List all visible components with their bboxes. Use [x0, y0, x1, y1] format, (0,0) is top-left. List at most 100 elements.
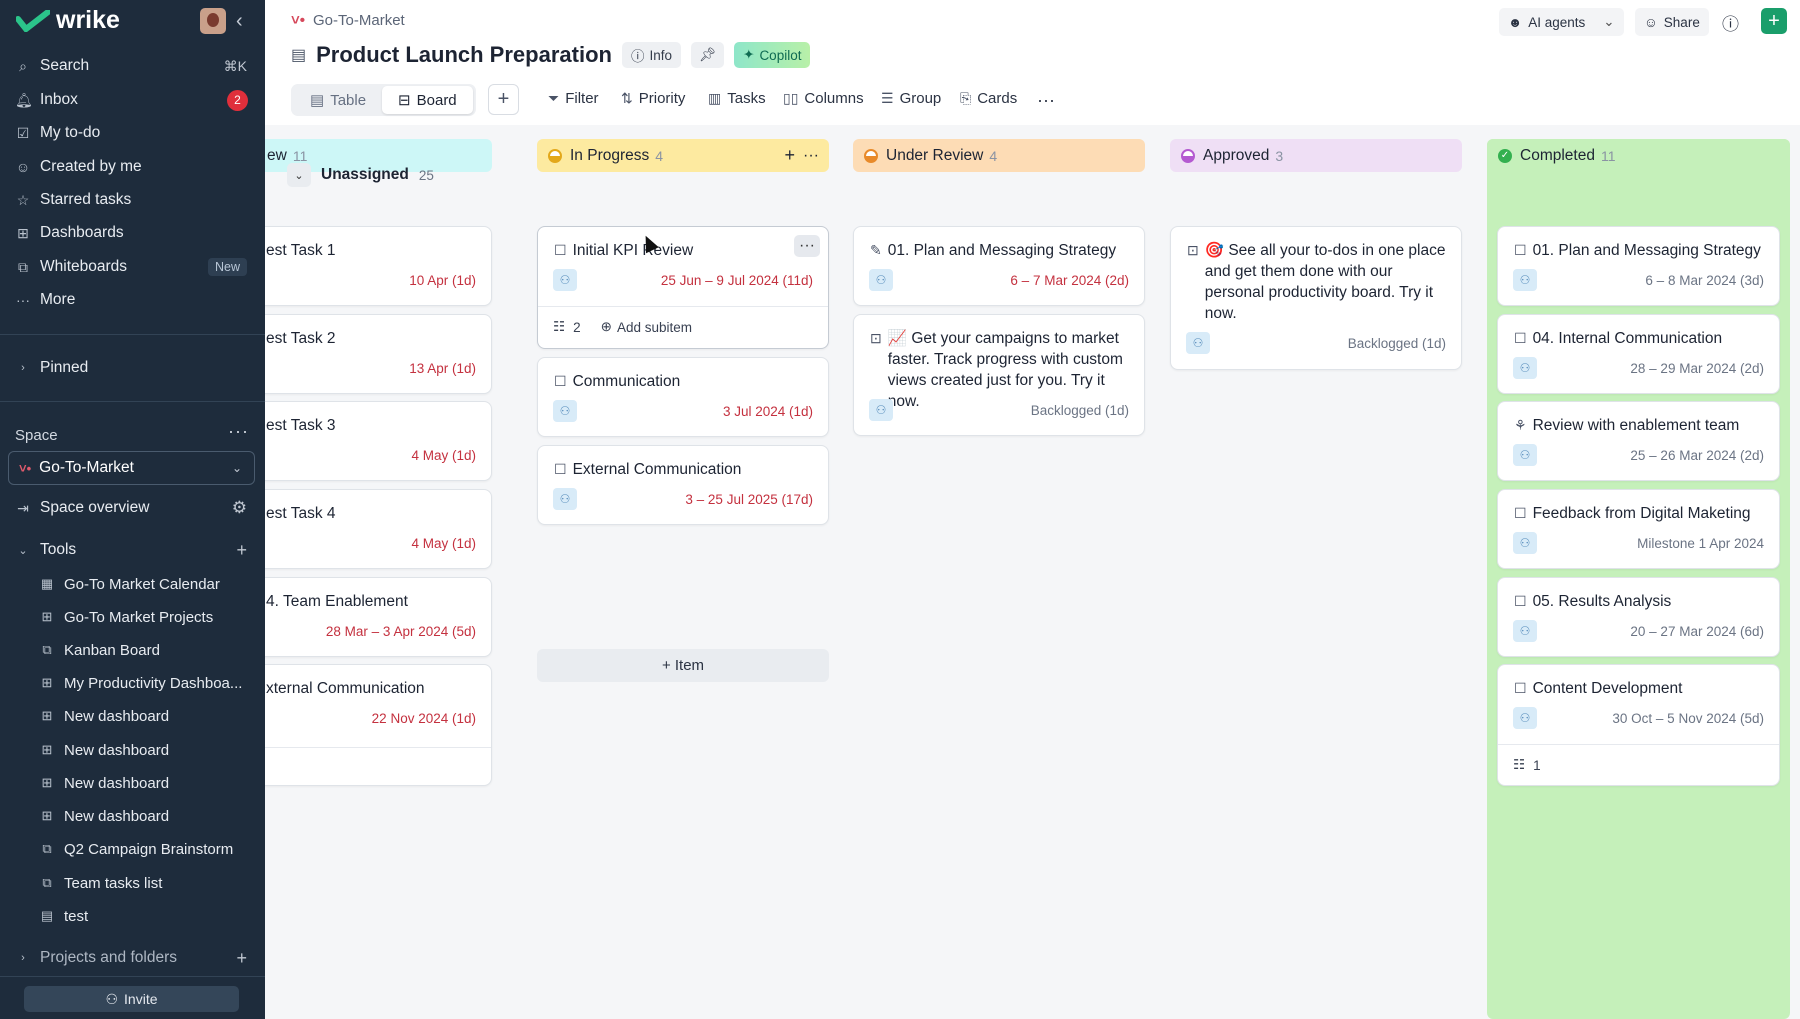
collapse-sidebar-icon[interactable]: ‹: [236, 10, 243, 33]
more-options-icon[interactable]: ···: [1037, 90, 1055, 111]
task-card[interactable]: est Task 2 13 Apr (1d): [265, 314, 492, 394]
task-card[interactable]: est Task 1 10 Apr (1d): [265, 226, 492, 306]
task-card[interactable]: ☐ Initial KPI Review ··· ⚇ 25 Jun – 9 Jul…: [537, 226, 829, 349]
task-card[interactable]: xternal Communication 22 Nov 2024 (1d): [265, 664, 492, 786]
nav-dashboards[interactable]: ⊞ Dashboards: [0, 218, 265, 248]
gear-icon[interactable]: ⚙: [232, 498, 247, 518]
task-card[interactable]: ☐ Communication ⚇ 3 Jul 2024 (1d): [537, 357, 829, 437]
nav-more[interactable]: ··· More: [0, 285, 265, 315]
card-date: 4 May (1d): [411, 536, 476, 551]
task-card[interactable]: 4. Team Enablement 28 Mar – 3 Apr 2024 (…: [265, 577, 492, 657]
assign-user-icon[interactable]: ⚇: [869, 269, 893, 291]
nav-inbox[interactable]: 🔔︎ Inbox 2: [0, 85, 265, 115]
task-card[interactable]: ✎ 01. Plan and Messaging Strategy ⚇ 6 – 7…: [853, 226, 1145, 306]
tab-board[interactable]: ⊟ Board: [382, 86, 473, 114]
page-title[interactable]: Product Launch Preparation: [316, 42, 612, 68]
ai-agents-button[interactable]: ☻ AI agents ⌄: [1499, 8, 1624, 36]
task-card[interactable]: ☐ 04. Internal Communication ⚇ 28 – 29 Ma…: [1497, 314, 1780, 394]
assign-user-icon[interactable]: ⚇: [1186, 332, 1210, 354]
chevron-down-icon[interactable]: ⌄: [287, 163, 311, 187]
breadcrumb[interactable]: ˅• Go-To-Market: [291, 12, 405, 29]
assign-user-icon[interactable]: ⚇: [553, 400, 577, 422]
column-header-approved[interactable]: Approved 3: [1170, 139, 1462, 172]
task-card[interactable]: est Task 4 4 May (1d): [265, 489, 492, 569]
assign-user-icon[interactable]: ⚇: [553, 488, 577, 510]
group-unassigned[interactable]: ⌄ Unassigned 25: [287, 163, 434, 187]
task-card[interactable]: ⚘ Review with enablement team ⚇ 25 – 26 M…: [1497, 401, 1780, 481]
tool-item[interactable]: ⊞ New dashboard: [40, 736, 262, 764]
task-card[interactable]: ☐ External Communication ⚇ 3 – 25 Jul 202…: [537, 445, 829, 525]
nav-my-todo[interactable]: ☑ My to-do: [0, 118, 265, 148]
add-view-button[interactable]: +: [488, 84, 519, 115]
chevron-down-icon[interactable]: ⌄: [1603, 14, 1614, 30]
project-doc-icon: ▤: [291, 47, 307, 64]
star-icon: ☆: [16, 191, 30, 208]
add-subitem-button[interactable]: ⊕ Add subitem: [601, 319, 692, 335]
tools-section[interactable]: ⌄ Tools +: [0, 535, 265, 565]
add-project-icon[interactable]: +: [236, 948, 247, 969]
column-header-under-review[interactable]: Under Review 4: [853, 139, 1145, 172]
help-icon[interactable]: ⓘ: [1713, 8, 1748, 36]
tool-item[interactable]: ⧉ Kanban Board: [40, 636, 262, 664]
priority-button[interactable]: ⇅ Priority: [621, 90, 685, 107]
task-card[interactable]: ⊡ 📈 Get your campaigns to market faster. …: [853, 314, 1145, 436]
tool-item[interactable]: ⊞ Go-To Market Projects: [40, 603, 262, 631]
tool-item[interactable]: ▤ test: [40, 902, 262, 930]
task-card[interactable]: ⊡ 🎯 See all your to-dos in one place and …: [1170, 226, 1462, 370]
add-tool-icon[interactable]: +: [236, 540, 247, 561]
tool-item[interactable]: ⊞ New dashboard: [40, 802, 262, 830]
task-card[interactable]: ☐ 05. Results Analysis ⚇ 20 – 27 Mar 2024…: [1497, 577, 1780, 657]
nav-created-by-me[interactable]: ☺ Created by me: [0, 152, 265, 182]
tool-item[interactable]: ⊞ New dashboard: [40, 702, 262, 730]
nav-search[interactable]: ⌕ Search ⌘K: [0, 51, 265, 81]
task-card[interactable]: ☐ 01. Plan and Messaging Strategy ⚇ 6 – 8…: [1497, 226, 1780, 306]
space-more-icon[interactable]: ···: [228, 421, 249, 442]
task-card[interactable]: ☐ Content Development ⚇ 30 Oct – 5 Nov 20…: [1497, 664, 1780, 786]
tasks-button[interactable]: ▥ Tasks: [708, 90, 766, 107]
filter-button[interactable]: ⏷ Filter: [548, 90, 599, 107]
task-card[interactable]: ☐ Feedback from Digital Maketing ⚇ Milest…: [1497, 489, 1780, 569]
assign-user-icon[interactable]: ⚇: [1513, 444, 1537, 466]
tool-item[interactable]: ⊞ New dashboard: [40, 769, 262, 797]
tab-table[interactable]: ▤ Table: [294, 86, 382, 114]
subitems-row[interactable]: ☷ 1: [1513, 757, 1541, 773]
group-icon: ☰: [881, 90, 894, 106]
add-item-button[interactable]: + Item: [537, 649, 829, 682]
tool-item[interactable]: ⧉ Team tasks list: [40, 869, 262, 897]
pinned-section[interactable]: › Pinned: [0, 353, 265, 383]
cards-button[interactable]: ⎘ Cards: [960, 90, 1017, 107]
column-header-in-progress[interactable]: In Progress 4 + ···: [537, 139, 829, 172]
assign-user-icon[interactable]: ⚇: [1513, 269, 1537, 291]
assign-user-icon[interactable]: ⚇: [1513, 357, 1537, 379]
group-button[interactable]: ☰ Group: [881, 90, 941, 107]
assign-user-icon[interactable]: ⚇: [1513, 620, 1537, 642]
info-button[interactable]: ⓘ Info: [621, 42, 681, 68]
share-button[interactable]: ☺ Share: [1635, 8, 1709, 36]
projects-section[interactable]: › Projects and folders +: [0, 943, 265, 973]
invite-button[interactable]: ⚇ Invite: [24, 986, 239, 1012]
avatar[interactable]: [200, 8, 226, 34]
tool-item[interactable]: ▦ Go-To Market Calendar: [40, 570, 262, 598]
assign-user-icon[interactable]: ⚇: [1513, 707, 1537, 729]
tool-item[interactable]: ⧉ Q2 Campaign Brainstorm: [40, 835, 262, 863]
task-card[interactable]: est Task 3 4 May (1d): [265, 401, 492, 481]
assign-user-icon[interactable]: ⚇: [553, 269, 577, 291]
columns-button[interactable]: ▯▯ Columns: [783, 90, 864, 107]
nav-starred[interactable]: ☆ Starred tasks: [0, 185, 265, 215]
card-more-icon[interactable]: ···: [794, 235, 820, 257]
column-name: In Progress: [570, 146, 650, 164]
assign-user-icon[interactable]: ⚇: [869, 399, 893, 421]
add-card-icon[interactable]: +: [784, 145, 795, 166]
column-header-completed[interactable]: ✓ Completed 11: [1487, 139, 1790, 172]
copilot-button[interactable]: ✦ Copilot: [734, 42, 811, 68]
card-title: 01. Plan and Messaging Strategy: [887, 242, 1117, 259]
space-selector[interactable]: ˅• Go-To-Market ⌄: [8, 451, 255, 485]
nav-whiteboards[interactable]: ⧉ Whiteboards New: [0, 252, 265, 282]
space-overview[interactable]: ⇥ Space overview ⚙: [0, 493, 265, 523]
pin-button[interactable]: 📌︎: [690, 42, 725, 68]
create-button[interactable]: +: [1761, 8, 1787, 34]
tool-item[interactable]: ⊞ My Productivity Dashboa...: [40, 669, 262, 697]
assign-user-icon[interactable]: ⚇: [1513, 532, 1537, 554]
column-more-icon[interactable]: ···: [803, 147, 819, 165]
wrike-logo[interactable]: wrike: [16, 6, 120, 35]
